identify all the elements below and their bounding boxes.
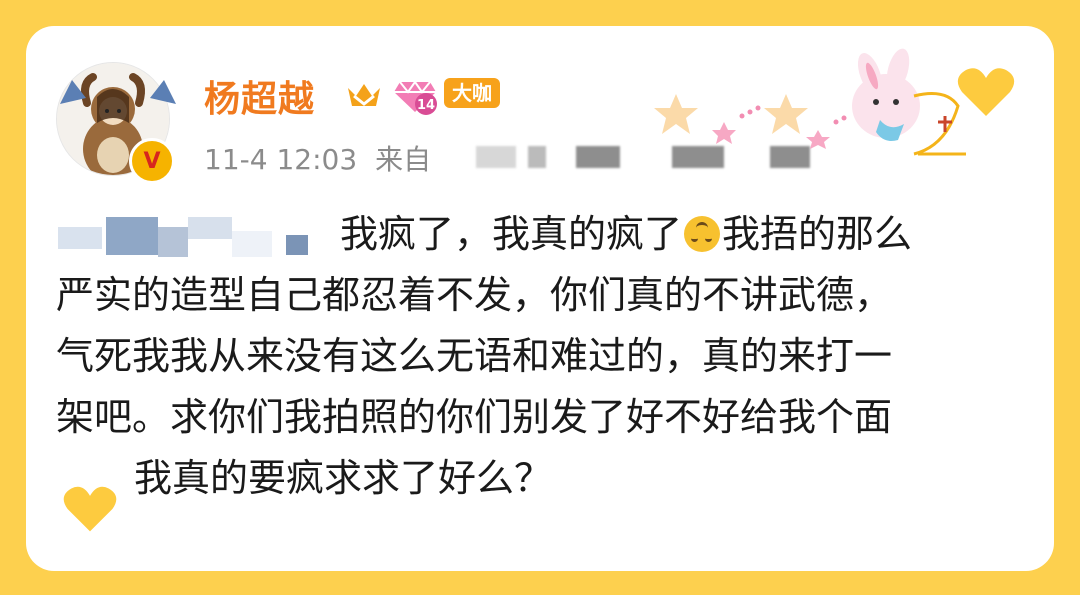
post-line-2: 严实的造型自己都忍着不发，你们真的不讲武德，: [56, 273, 893, 317]
verified-badge-icon: V: [129, 138, 175, 184]
blue-ear-right-icon: [150, 80, 176, 104]
post-timestamp: 11-4 12:03: [204, 143, 358, 176]
diamond-level-badge-icon[interactable]: 14: [392, 74, 438, 116]
upside-down-face-emoji-icon: [684, 216, 721, 252]
post-line-5: 我真的要疯求求了好么？: [56, 448, 1036, 509]
heart-decoration-bottom-icon: [63, 486, 117, 532]
redacted-mention-mosaic: [56, 213, 328, 261]
decorative-stars-bunny-icon: [654, 48, 966, 156]
daka-badge[interactable]: 大咖: [444, 78, 500, 108]
diamond-level-text: 14: [417, 98, 435, 113]
crown-member-badge-icon[interactable]: [344, 78, 384, 112]
post-meta: 11-4 12:03 来自: [204, 138, 431, 178]
post-line-1: 我疯了，我真的疯了 我捂的那么: [56, 204, 1036, 265]
post-line-4: 架吧。求你们我拍照的你们别发了好不好给我个面: [56, 395, 893, 439]
post-content: 我疯了，我真的疯了 我捂的那么 严实的造型自己都忍着不发，你们真的不讲武德， 气死…: [56, 204, 1036, 509]
post-text-segment-1: 我疯了，我真的疯了: [340, 212, 683, 256]
username-link[interactable]: 杨超越: [204, 70, 315, 122]
avatar-area[interactable]: V: [26, 26, 226, 196]
heart-decoration-icon: [957, 68, 1015, 116]
post-text-segment-6: 我真的要疯求求了好么？: [134, 456, 553, 500]
post-line-3: 气死我我从来没有这么无语和难过的，真的来打一: [56, 334, 893, 378]
blue-ear-left-icon: [60, 80, 86, 104]
weibo-post-card: V 杨超越 14 大咖 11-4 12:03 来自 我疯了，我真的疯了 我捂的那…: [26, 26, 1054, 571]
source-prefix: 来自: [375, 143, 432, 176]
post-text-segment-2: 我捂的那么: [722, 212, 913, 256]
